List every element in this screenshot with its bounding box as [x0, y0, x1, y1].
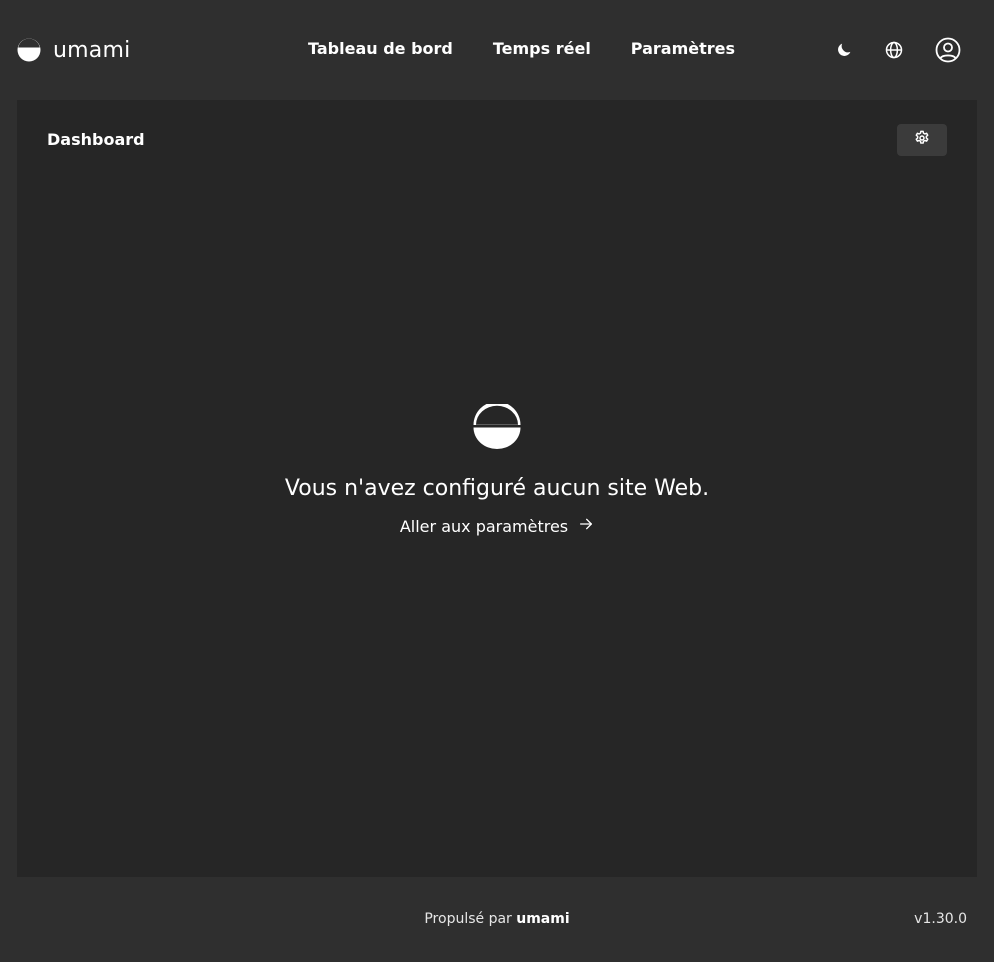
empty-state: Vous n'avez configuré aucun site Web. Al…	[17, 404, 977, 538]
brand-link[interactable]: umami	[17, 37, 130, 63]
powered-by: Propulsé par umami	[0, 911, 994, 927]
user-menu-button[interactable]	[935, 37, 961, 63]
nav-dashboard[interactable]: Tableau de bord	[308, 39, 453, 59]
dashboard-panel: Dashboard Vous n'avez configuré aucun si…	[17, 100, 977, 877]
language-button[interactable]	[882, 38, 906, 62]
moon-icon	[835, 41, 853, 59]
user-icon	[935, 37, 961, 63]
powered-by-text: Propulsé par	[424, 911, 517, 927]
main-nav: Tableau de bord Temps réel Paramètres	[308, 39, 735, 59]
version-label: v1.30.0	[914, 911, 967, 927]
header: umami Tableau de bord Temps réel Paramèt…	[0, 0, 994, 100]
empty-state-message: Vous n'avez configuré aucun site Web.	[284, 476, 710, 501]
umami-logo-icon	[473, 404, 521, 449]
go-to-settings-link[interactable]: Aller aux paramètres	[400, 516, 594, 538]
page-title: Dashboard	[47, 130, 145, 149]
globe-icon	[885, 41, 903, 59]
arrow-right-icon	[578, 516, 594, 538]
dashboard-settings-button[interactable]	[897, 124, 947, 156]
gear-icon	[914, 130, 930, 150]
go-to-settings-label: Aller aux paramètres	[399, 517, 569, 536]
brand-name: umami	[53, 37, 131, 63]
umami-footer-link[interactable]: umami	[516, 911, 569, 927]
footer: Propulsé par umami v1.30.0	[0, 877, 994, 962]
nav-settings[interactable]: Paramètres	[631, 39, 735, 59]
umami-logo-icon	[17, 38, 41, 62]
nav-realtime[interactable]: Temps réel	[493, 39, 591, 59]
theme-toggle-button[interactable]	[832, 38, 856, 62]
